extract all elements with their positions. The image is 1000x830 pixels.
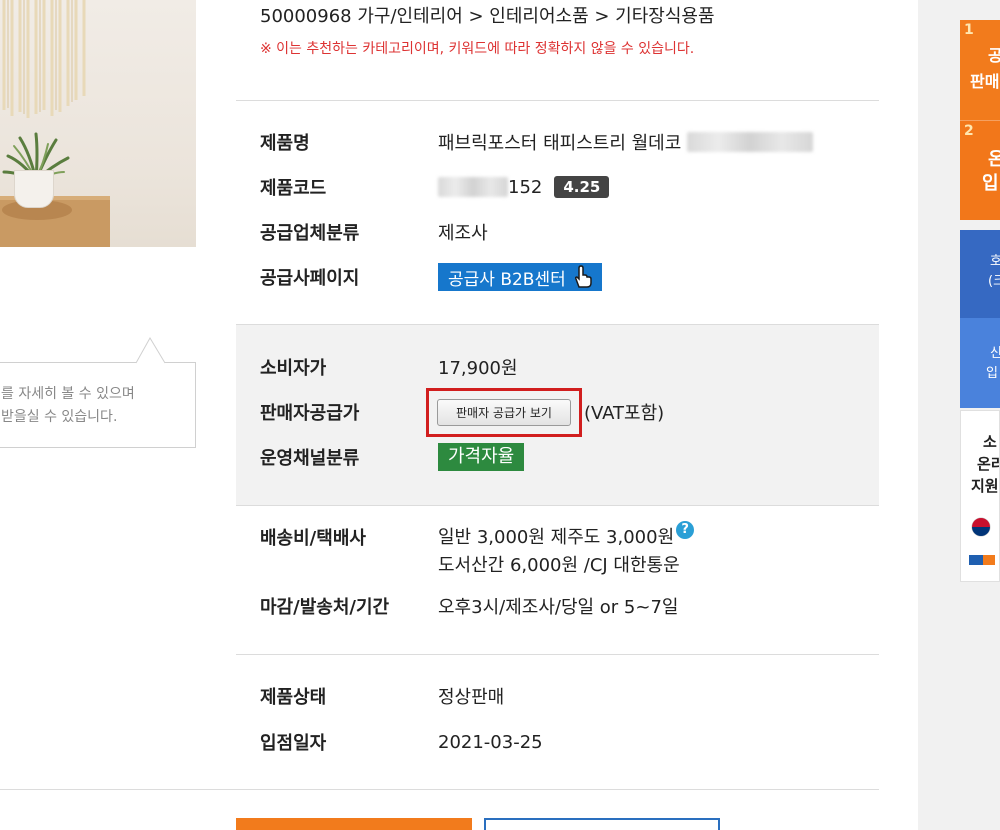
divider <box>0 789 236 790</box>
product-image[interactable] <box>0 0 196 247</box>
supplier-page-row: 공급사페이지 공급사 B2B센터 <box>260 262 602 292</box>
supplier-b2b-label: 공급사 B2B센터 <box>448 269 566 290</box>
shipping-fee-row: 배송비/택배사 일반 3,000원 제주도 3,000원 ? 도서산간 6,00… <box>260 521 695 584</box>
deadline-label: 마감/발송처/기간 <box>260 597 390 618</box>
seller-price-row: 판매자공급가 판매자 공급가 보기 (VAT포함) <box>260 387 665 437</box>
banner-2-text-a: 온 <box>988 145 1000 171</box>
channel-row: 운영채널분류 가격자율 <box>260 442 525 472</box>
deadline-value: 오후3시/제조사/당일 or 5~7일 <box>438 597 679 618</box>
product-name-label: 제품명 <box>260 133 310 154</box>
side-banner-5[interactable]: 소 온리 지원 <box>960 410 1000 582</box>
entry-date-label: 입점일자 <box>260 733 327 754</box>
consumer-price-value: 17,900원 <box>438 358 518 379</box>
redacted-code <box>438 177 508 197</box>
tapestry-graphic <box>2 0 86 118</box>
code-badge: 4.25 <box>554 176 610 198</box>
banner-5-text-b: 온리 <box>977 455 999 473</box>
seller-price-label: 판매자공급가 <box>260 403 360 424</box>
deadline-row: 마감/발송처/기간 오후3시/제조사/당일 or 5~7일 <box>260 591 678 621</box>
channel-badge: 가격자율 <box>438 443 525 471</box>
supplier-type-label: 공급업체분류 <box>260 223 360 244</box>
side-banner-4[interactable]: 신 입 <box>960 318 1000 408</box>
divider <box>236 654 879 655</box>
tooltip-line-1: 를 자세히 볼 수 있으며 <box>1 386 135 402</box>
banner-4-text-a: 신 <box>990 346 1000 361</box>
banner-5-text-c: 지원 <box>971 477 999 495</box>
product-state-label: 제품상태 <box>260 687 327 708</box>
seller-price-highlight: 판매자 공급가 보기 <box>426 387 582 437</box>
partner-logo-icon <box>969 555 995 565</box>
product-name-value: 패브릭포스터 태피스트리 월데코 <box>438 133 682 154</box>
consumer-price-label: 소비자가 <box>260 358 327 379</box>
supplier-page-label: 공급사페이지 <box>260 268 360 289</box>
secondary-action-button[interactable] <box>484 818 720 830</box>
banner-3-text-a: 호 <box>990 254 1000 269</box>
side-banner-1[interactable]: 1 공 판매 <box>960 20 1000 120</box>
view-seller-price-button[interactable]: 판매자 공급가 보기 <box>437 398 571 426</box>
supplier-b2b-button[interactable]: 공급사 B2B센터 <box>438 263 602 291</box>
supplier-type-row: 공급업체분류 제조사 <box>260 217 488 247</box>
hand-pointer-icon <box>574 265 592 288</box>
help-icon[interactable]: ? <box>676 521 695 539</box>
product-code-value: 152 <box>508 176 543 198</box>
banner-1-text-a: 공 <box>988 46 1000 65</box>
product-code-label: 제품코드 <box>260 178 327 199</box>
banner-4-text-b: 입 <box>986 366 998 381</box>
product-state-value: 정상판매 <box>438 687 505 708</box>
side-banner-2[interactable]: 2 온 입 <box>960 120 1000 220</box>
banner-1-text-b: 판매 <box>970 72 1000 91</box>
divider <box>236 789 879 790</box>
shipping-fee-label: 배송비/택배사 <box>260 528 366 549</box>
tooltip-line-2: 받을실 수 있습니다. <box>1 409 118 425</box>
redacted-text <box>687 132 814 152</box>
banner-number-2: 2 <box>964 123 974 139</box>
primary-action-button[interactable] <box>236 818 472 830</box>
banner-number-1: 1 <box>964 22 974 38</box>
plant-pot <box>14 170 54 208</box>
vat-note: (VAT포함) <box>583 403 665 424</box>
consumer-price-row: 소비자가 17,900원 <box>260 352 518 382</box>
category-notice: ※ 이는 추천하는 카테고리이며, 키워드에 따라 정확하지 않을 수 있습니다… <box>260 41 695 57</box>
category-breadcrumb: 50000968 가구/인테리어 > 인테리어소품 > 기타장식용품 <box>260 6 715 27</box>
divider <box>236 505 879 506</box>
shipping-fee-line-1: 일반 3,000원 제주도 3,000원 <box>438 527 675 548</box>
entry-date-row: 입점일자 2021-03-25 <box>260 727 543 757</box>
shipping-fee-line-2: 도서산간 6,000원 /CJ 대한통운 <box>438 555 680 576</box>
tooltip-tail <box>136 337 166 364</box>
banner-3-text-b: (크 <box>988 274 1000 289</box>
product-code-row: 제품코드 152 4.25 <box>260 172 610 202</box>
banner-5-text-a: 소 <box>983 433 997 451</box>
image-zoom-tooltip: 를 자세히 볼 수 있으며 받을실 수 있습니다. <box>0 362 196 448</box>
banner-2-text-b: 입 <box>982 173 999 194</box>
divider <box>236 100 879 101</box>
product-state-row: 제품상태 정상판매 <box>260 681 504 711</box>
side-banner-3[interactable]: 호 (크 <box>960 230 1000 318</box>
product-name-row: 제품명 패브릭포스터 태피스트리 월데코 <box>260 127 814 157</box>
channel-label: 운영채널분류 <box>260 448 360 469</box>
entry-date-value: 2021-03-25 <box>438 731 543 753</box>
korea-emblem-icon <box>971 517 991 537</box>
supplier-type-value: 제조사 <box>438 223 488 244</box>
